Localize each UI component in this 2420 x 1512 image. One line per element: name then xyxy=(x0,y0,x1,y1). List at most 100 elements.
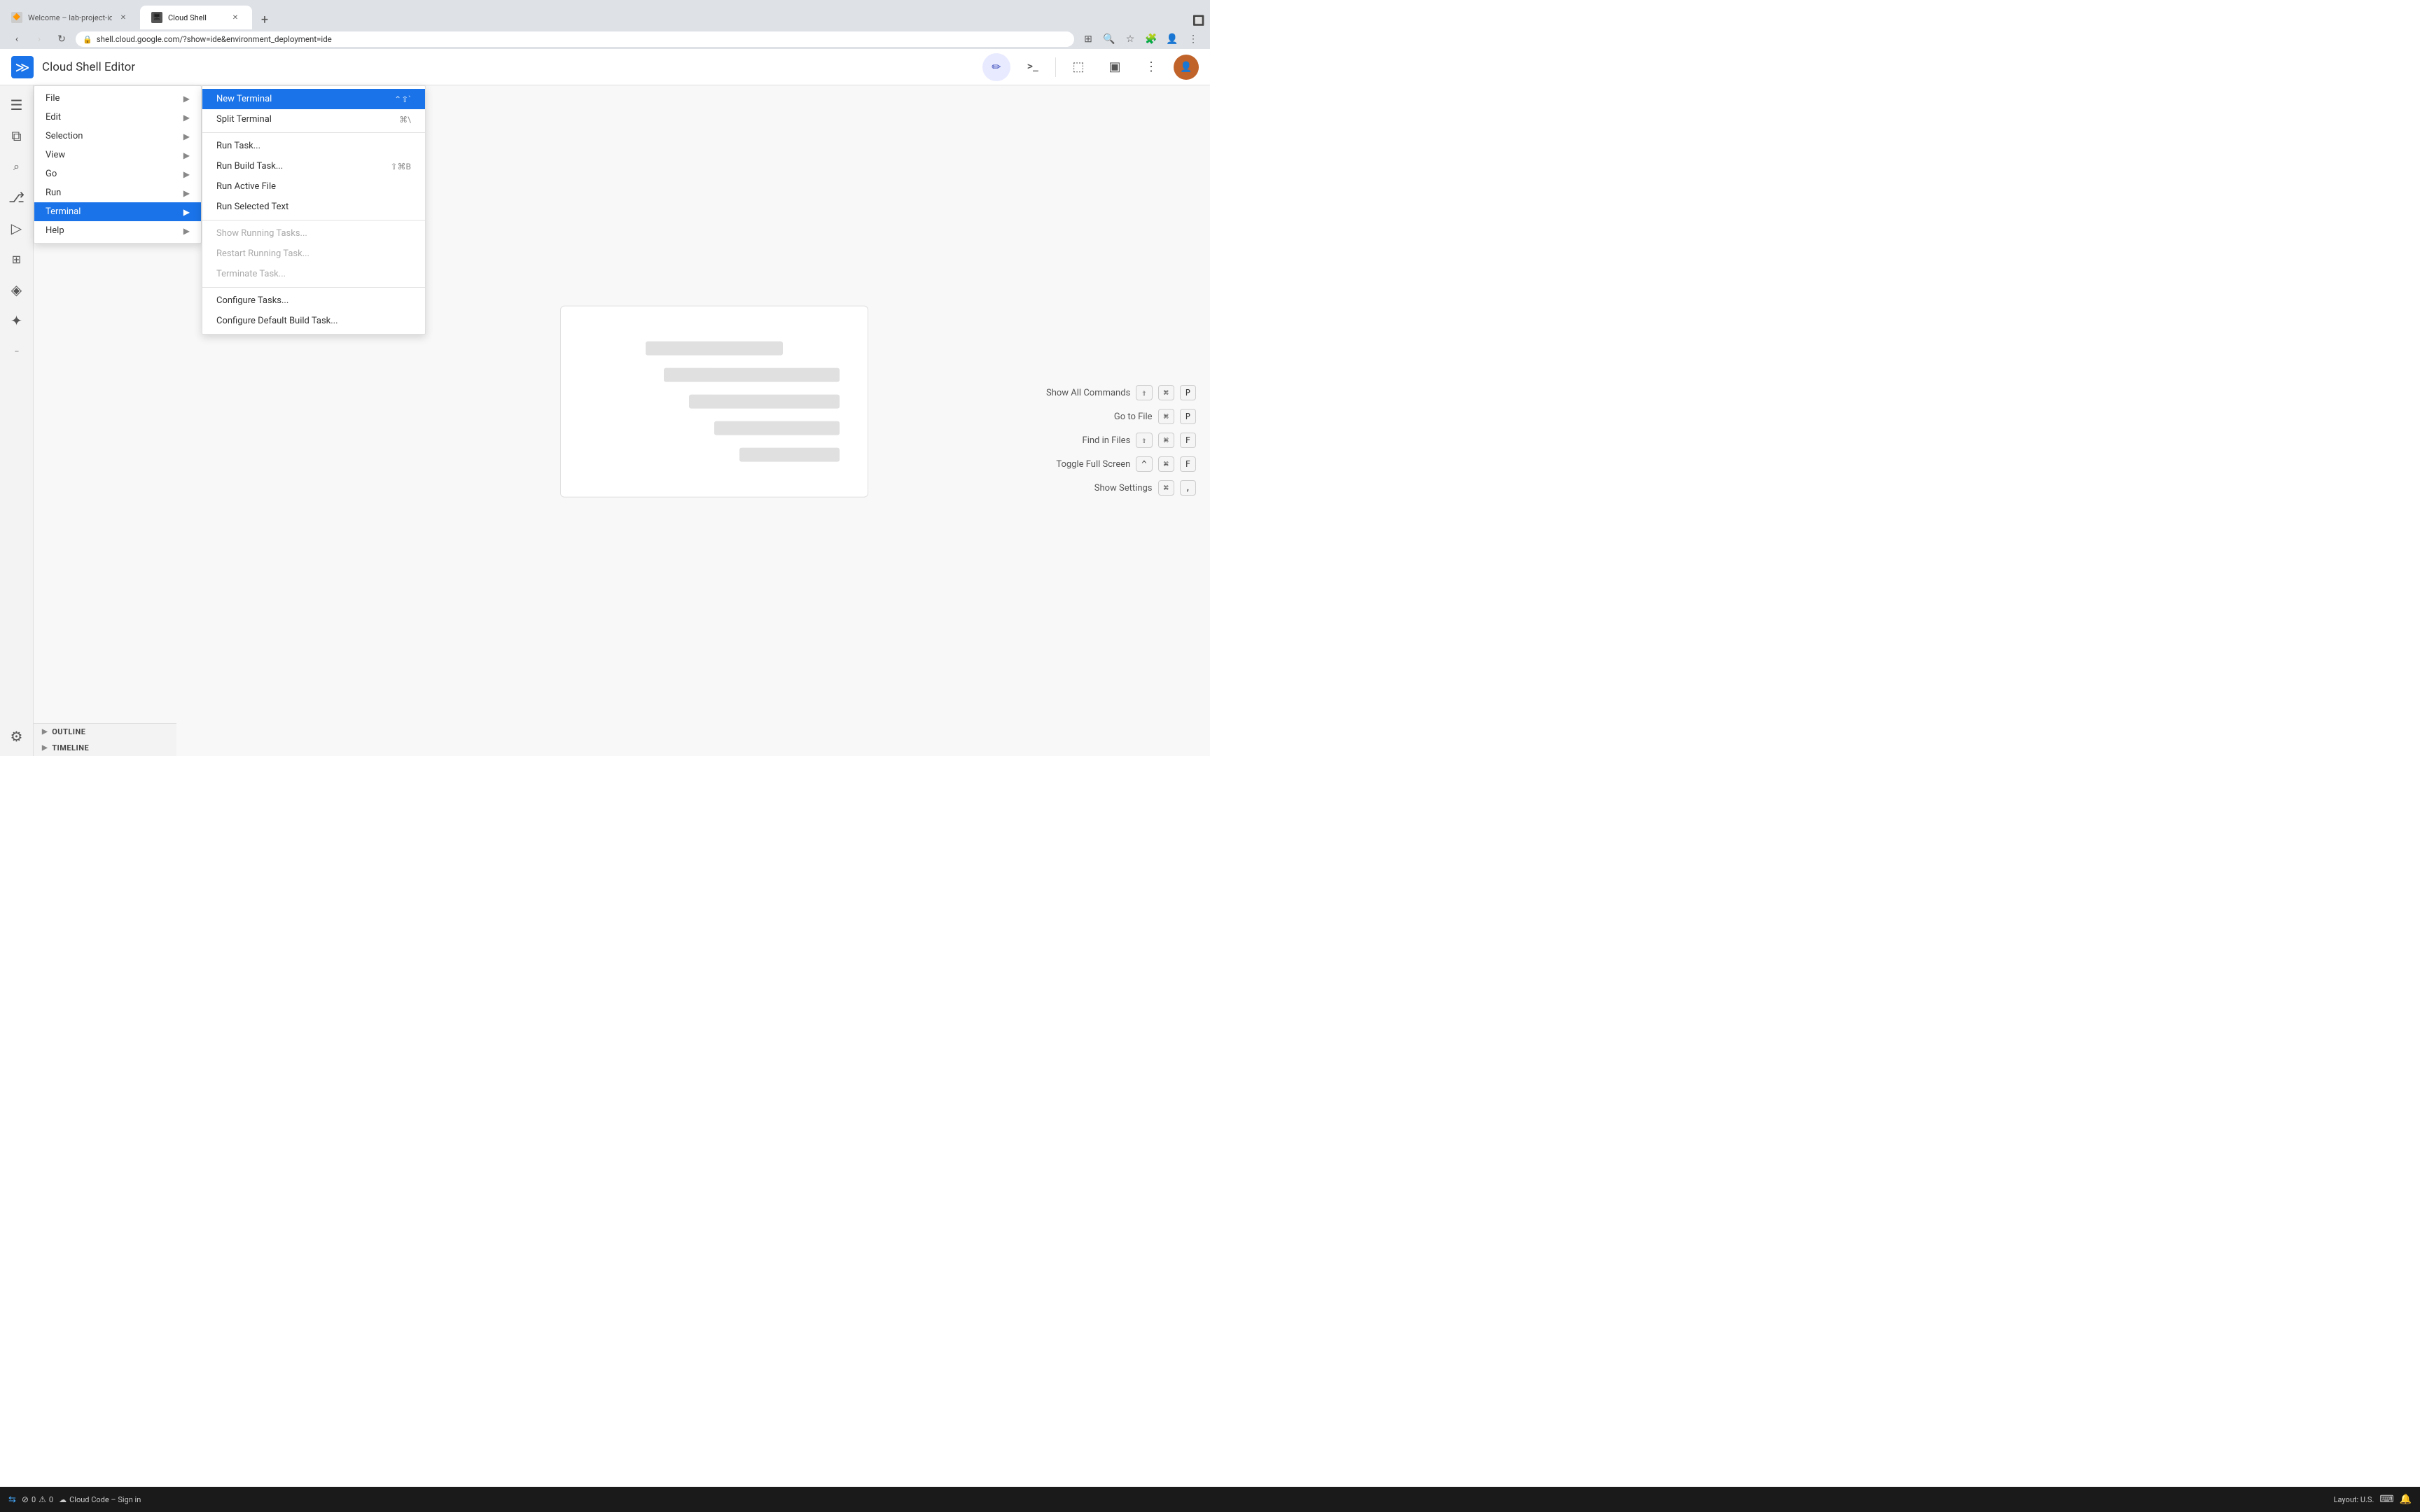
preview-action-btn[interactable]: ⬚ xyxy=(1064,53,1092,81)
error-icon: ⊘ xyxy=(22,1494,29,1504)
menu-item-terminal[interactable]: Terminal ▶ xyxy=(34,202,201,221)
find-in-files-label: Find in Files xyxy=(1083,435,1131,446)
tab-2-favicon: 🖥 xyxy=(151,12,162,23)
restart-running-task-label: Restart Running Task... xyxy=(216,248,411,259)
menu-item-edit[interactable]: Edit ▶ xyxy=(34,108,201,127)
submenu-new-terminal[interactable]: New Terminal ⌃⇧` xyxy=(202,89,425,109)
show-running-tasks-label: Show Running Tasks... xyxy=(216,228,411,239)
app-header: ≫ Cloud Shell Editor ✏ >_ ⬚ ▣ ⋮ 👤 xyxy=(0,49,1210,85)
extensions-btn[interactable]: 🧩 xyxy=(1143,31,1160,48)
run-active-file-label: Run Active File xyxy=(216,181,411,192)
bookmark-btn[interactable]: ☆ xyxy=(1122,31,1139,48)
terminal-action-btn[interactable]: >_ xyxy=(1019,53,1047,81)
placeholder-5 xyxy=(739,448,840,462)
user-avatar[interactable]: 👤 xyxy=(1174,55,1199,80)
tab-1[interactable]: 🔶 Welcome – lab-project-id-e... ✕ xyxy=(0,6,140,29)
tab-1-close[interactable]: ✕ xyxy=(118,12,129,23)
outline-arrow: ▶ xyxy=(42,728,48,736)
show-all-commands-label: Show All Commands xyxy=(1046,388,1130,398)
submenu-run-task[interactable]: Run Task... xyxy=(202,136,425,156)
timeline-section[interactable]: ▶ TIMELINE xyxy=(34,740,176,756)
selection-arrow: ▶ xyxy=(183,132,190,141)
activity-menu[interactable]: ☰ xyxy=(3,91,31,119)
kbd-cmd-4: ⌘ xyxy=(1158,456,1174,472)
menu-item-view[interactable]: View ▶ xyxy=(34,146,201,164)
help-arrow: ▶ xyxy=(183,226,190,236)
back-btn[interactable]: ‹ xyxy=(8,31,25,48)
edit-action-btn[interactable]: ✏ xyxy=(982,53,1010,81)
restore-btn[interactable]: 🔲 xyxy=(1190,13,1207,29)
submenu-split-terminal[interactable]: Split Terminal ⌘\ xyxy=(202,109,425,130)
command-show-settings: Show Settings ⌘ , xyxy=(958,480,1196,496)
activity-cloud-code[interactable]: ◈ xyxy=(3,276,31,304)
forward-btn[interactable]: › xyxy=(31,31,48,48)
toggle-fullscreen-label: Toggle Full Screen xyxy=(1056,459,1130,470)
address-input[interactable]: 🔒 shell.cloud.google.com/?show=ide&envir… xyxy=(76,31,1074,47)
status-bell[interactable]: 🔔 xyxy=(2400,1494,2412,1505)
run-selected-text-label: Run Selected Text xyxy=(216,202,411,212)
search-btn[interactable]: 🔍 xyxy=(1101,31,1118,48)
reload-btn[interactable]: ↻ xyxy=(53,31,70,48)
terminal-submenu: New Terminal ⌃⇧` Split Terminal ⌘\ Run T… xyxy=(202,85,426,335)
activity-search[interactable]: ⌕ xyxy=(3,153,31,181)
view-arrow: ▶ xyxy=(183,150,190,160)
welcome-placeholders xyxy=(589,342,840,462)
kbd-shift-1: ⇧ xyxy=(1136,385,1152,400)
logo-icon: ≫ xyxy=(15,59,30,76)
status-remote[interactable]: ⇆ xyxy=(8,1494,16,1505)
submenu-run-build-task[interactable]: Run Build Task... ⇧⌘B xyxy=(202,156,425,176)
status-errors[interactable]: ⊘ 0 ⚠ 0 xyxy=(22,1494,53,1504)
activity-explorer[interactable]: ⧉ xyxy=(3,122,31,150)
layout-action-btn[interactable]: ▣ xyxy=(1101,53,1129,81)
activity-settings[interactable]: ⚙ xyxy=(3,722,31,750)
submenu-configure-default-build[interactable]: Configure Default Build Task... xyxy=(202,311,425,331)
keyboard-icon: ⌨ xyxy=(2379,1494,2393,1505)
new-terminal-shortcut: ⌃⇧` xyxy=(394,94,411,104)
kbd-cmd-5: ⌘ xyxy=(1158,480,1174,496)
new-tab-button[interactable]: + xyxy=(255,10,274,29)
activity-extensions[interactable]: ⊞ xyxy=(3,245,31,273)
terminate-task-label: Terminate Task... xyxy=(216,269,411,279)
kbd-shift-3: ⇧ xyxy=(1136,433,1152,448)
status-cloud-code[interactable]: ☁ Cloud Code – Sign in xyxy=(59,1495,141,1504)
submenu-terminate-task: Terminate Task... xyxy=(202,264,425,284)
menu-item-run[interactable]: Run ▶ xyxy=(34,183,201,202)
terminal-label: Terminal xyxy=(46,206,178,217)
cast-btn[interactable]: ⊞ xyxy=(1080,31,1097,48)
menu-item-file[interactable]: File ▶ xyxy=(34,89,201,108)
activity-source-control[interactable]: ⎇ xyxy=(3,183,31,211)
menu-item-help[interactable]: Help ▶ xyxy=(34,221,201,240)
browser-more-btn[interactable]: ⋮ xyxy=(1185,31,1202,48)
cloud-code-label: Cloud Code – Sign in xyxy=(69,1495,141,1504)
activity-more[interactable]: ··· xyxy=(3,337,31,365)
status-keyboard[interactable]: ⌨ xyxy=(2379,1494,2393,1505)
account-btn[interactable]: 👤 xyxy=(1164,31,1181,48)
status-bar: ⇆ ⊘ 0 ⚠ 0 ☁ Cloud Code – Sign in Layout:… xyxy=(0,1487,2420,1512)
header-divider xyxy=(1055,57,1056,77)
app-title: Cloud Shell Editor xyxy=(42,60,135,74)
submenu-run-selected-text[interactable]: Run Selected Text xyxy=(202,197,425,217)
timeline-label: TIMELINE xyxy=(52,743,89,752)
tab-bar: 🔶 Welcome – lab-project-id-e... ✕ 🖥 Clou… xyxy=(0,0,1210,29)
command-go-to-file: Go to File ⌘ P xyxy=(958,409,1196,424)
activity-run[interactable]: ▷ xyxy=(3,214,31,242)
kbd-ctrl-4: ^ xyxy=(1136,456,1152,472)
outline-label: OUTLINE xyxy=(52,727,85,736)
browser-chrome: 🔶 Welcome – lab-project-id-e... ✕ 🖥 Clou… xyxy=(0,0,1210,49)
menu-item-selection[interactable]: Selection ▶ xyxy=(34,127,201,146)
configure-tasks-label: Configure Tasks... xyxy=(216,295,411,306)
browser-actions: ⊞ 🔍 ☆ 🧩 👤 ⋮ xyxy=(1080,31,1202,48)
welcome-card xyxy=(560,306,868,498)
more-action-btn[interactable]: ⋮ xyxy=(1137,53,1165,81)
command-toggle-fullscreen: Toggle Full Screen ^ ⌘ F xyxy=(958,456,1196,472)
tab-1-favicon: 🔶 xyxy=(11,12,22,23)
tab-2-close[interactable]: ✕ xyxy=(230,12,241,23)
submenu-run-active-file[interactable]: Run Active File xyxy=(202,176,425,197)
edit-label: Edit xyxy=(46,112,178,122)
tab-2[interactable]: 🖥 Cloud Shell ✕ xyxy=(140,6,252,29)
outline-section[interactable]: ▶ OUTLINE xyxy=(34,724,176,740)
submenu-configure-tasks[interactable]: Configure Tasks... xyxy=(202,290,425,311)
activity-gemini[interactable]: ✦ xyxy=(3,307,31,335)
menu-item-go[interactable]: Go ▶ xyxy=(34,164,201,183)
status-layout[interactable]: Layout: U.S. xyxy=(2334,1495,2374,1504)
